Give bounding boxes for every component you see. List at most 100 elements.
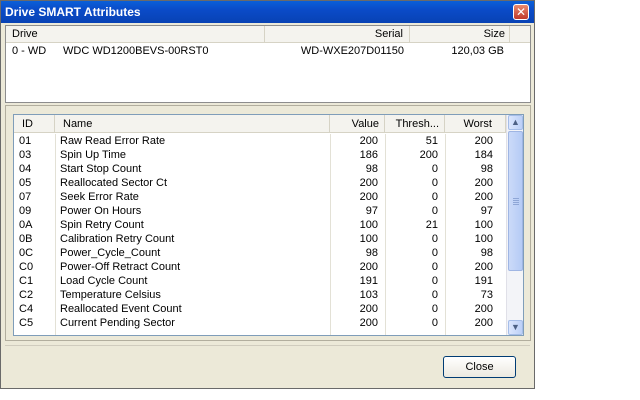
attribute-threshold: 51 (425, 135, 438, 147)
attribute-threshold: 0 (431, 177, 438, 189)
attribute-id: 01 (19, 135, 32, 147)
attribute-threshold: 0 (431, 261, 438, 273)
attribute-name: Spin Up Time (60, 149, 127, 161)
table-row[interactable]: C0 Power-Off Retract Count 200 0 200 (14, 260, 506, 274)
attribute-worst: 97 (480, 205, 493, 217)
attribute-name: Reallocated Event Count (60, 303, 182, 315)
scroll-up-button[interactable]: ▲ (508, 115, 523, 130)
attribute-worst: 200 (474, 177, 493, 189)
attribute-name: Spin Retry Count (60, 219, 144, 231)
drive-list: Drive Serial Size 0 - WD WDC WD1200BEVS-… (5, 25, 531, 103)
table-row[interactable]: 0C Power_Cycle_Count 98 0 98 (14, 246, 506, 260)
column-header-value[interactable]: Value (330, 115, 385, 133)
attribute-value: 200 (359, 261, 378, 273)
attribute-threshold: 0 (431, 303, 438, 315)
attribute-id: 0C (19, 247, 34, 259)
attribute-threshold: 0 (431, 275, 438, 287)
drive-list-header: Drive Serial Size (6, 26, 530, 43)
attribute-value: 98 (365, 247, 378, 259)
title-bar[interactable]: Drive SMART Attributes ✕ (1, 1, 534, 23)
attribute-id: 07 (19, 191, 32, 203)
attributes-list-header: ID Name Value Thresh... Worst (14, 115, 523, 133)
column-header-id[interactable]: ID (14, 115, 55, 133)
chevron-down-icon: ▼ (511, 322, 520, 332)
attribute-worst: 184 (474, 149, 493, 161)
attribute-value: 200 (359, 191, 378, 203)
attribute-id: C0 (19, 261, 34, 273)
drive-size: 120,03 GB (451, 45, 504, 57)
attribute-worst: 200 (474, 135, 493, 147)
vertical-scrollbar[interactable]: ▲ ▼ (506, 115, 523, 335)
scroll-thumb[interactable] (508, 131, 523, 271)
attribute-worst: 73 (480, 289, 493, 301)
attribute-name: Raw Read Error Rate (60, 135, 166, 147)
attribute-value: 191 (359, 275, 378, 287)
column-header-name[interactable]: Name (55, 115, 330, 133)
table-row[interactable]: 03 Spin Up Time 186 200 184 (14, 148, 506, 162)
attribute-name: Calibration Retry Count (60, 233, 175, 245)
attribute-name: Start Stop Count (60, 163, 142, 175)
attribute-worst: 98 (480, 247, 493, 259)
attribute-id: 05 (19, 177, 32, 189)
drive-model: WDC WD1200BEVS-00RST0 (63, 45, 209, 57)
attribute-threshold: 0 (431, 317, 438, 329)
column-header-serial[interactable]: Serial (265, 26, 410, 43)
table-row[interactable]: 01 Raw Read Error Rate 200 51 200 (14, 134, 506, 148)
footer-divider (5, 345, 530, 346)
attribute-threshold: 0 (431, 163, 438, 175)
attributes-panel: ID Name Value Thresh... Worst 01 Raw Read… (5, 105, 531, 341)
drive-serial: WD-WXE207D01150 (300, 45, 404, 57)
attribute-value: 100 (359, 219, 378, 231)
table-row[interactable]: 09 Power On Hours 97 0 97 (14, 204, 506, 218)
attribute-value: 200 (359, 135, 378, 147)
attribute-value: 100 (359, 233, 378, 245)
attribute-threshold: 0 (431, 205, 438, 217)
attribute-id: 03 (19, 149, 32, 161)
table-row[interactable]: 04 Start Stop Count 98 0 98 (14, 162, 506, 176)
drive-index: 0 - WD (12, 45, 47, 57)
table-row[interactable]: C5 Current Pending Sector 200 0 200 (14, 316, 506, 330)
table-row[interactable]: C1 Load Cycle Count 191 0 191 (14, 274, 506, 288)
attribute-value: 200 (359, 303, 378, 315)
table-row[interactable]: C4 Reallocated Event Count 200 0 200 (14, 302, 506, 316)
attribute-name: Power-Off Retract Count (60, 261, 181, 273)
close-icon[interactable]: ✕ (513, 4, 529, 20)
attribute-name: Power_Cycle_Count (60, 247, 161, 259)
attribute-worst: 100 (474, 219, 493, 231)
attribute-value: 103 (359, 289, 378, 301)
window-title: Drive SMART Attributes (5, 5, 141, 19)
attributes-list: ID Name Value Thresh... Worst 01 Raw Read… (13, 114, 524, 336)
table-row[interactable]: 0B Calibration Retry Count 100 0 100 (14, 232, 506, 246)
column-header-worst[interactable]: Worst (445, 115, 506, 133)
chevron-up-icon: ▲ (511, 117, 520, 127)
attribute-threshold: 0 (431, 289, 438, 301)
attribute-value: 97 (365, 205, 378, 217)
attribute-worst: 200 (474, 261, 493, 273)
attribute-threshold: 21 (425, 219, 438, 231)
close-button[interactable]: Close (443, 356, 516, 378)
attribute-worst: 200 (474, 303, 493, 315)
attribute-threshold: 0 (431, 247, 438, 259)
column-header-drive[interactable]: Drive (6, 26, 265, 43)
attribute-worst: 191 (474, 275, 493, 287)
table-row[interactable]: 05 Reallocated Sector Ct 200 0 200 (14, 176, 506, 190)
table-row[interactable]: C2 Temperature Celsius 103 0 73 (14, 288, 506, 302)
grip-line (513, 200, 519, 201)
table-row[interactable]: 07 Seek Error Rate 200 0 200 (14, 190, 506, 204)
column-header-size[interactable]: Size (410, 26, 510, 43)
attribute-threshold: 0 (431, 191, 438, 203)
drive-row[interactable]: 0 - WD WDC WD1200BEVS-00RST0 WD-WXE207D0… (6, 44, 530, 59)
grip-line (513, 202, 519, 203)
grip-line (513, 204, 519, 205)
column-header-threshold[interactable]: Thresh... (385, 115, 445, 133)
attribute-id: 0B (19, 233, 33, 245)
attribute-threshold: 0 (431, 233, 438, 245)
smart-attributes-window: Drive SMART Attributes ✕ Drive Serial Si… (0, 0, 535, 389)
table-row[interactable]: 0A Spin Retry Count 100 21 100 (14, 218, 506, 232)
scroll-down-button[interactable]: ▼ (508, 320, 523, 335)
attribute-name: Reallocated Sector Ct (60, 177, 167, 189)
attribute-value: 186 (359, 149, 378, 161)
attribute-id: 09 (19, 205, 32, 217)
attribute-id: C2 (19, 289, 34, 301)
grip-line (513, 198, 519, 199)
